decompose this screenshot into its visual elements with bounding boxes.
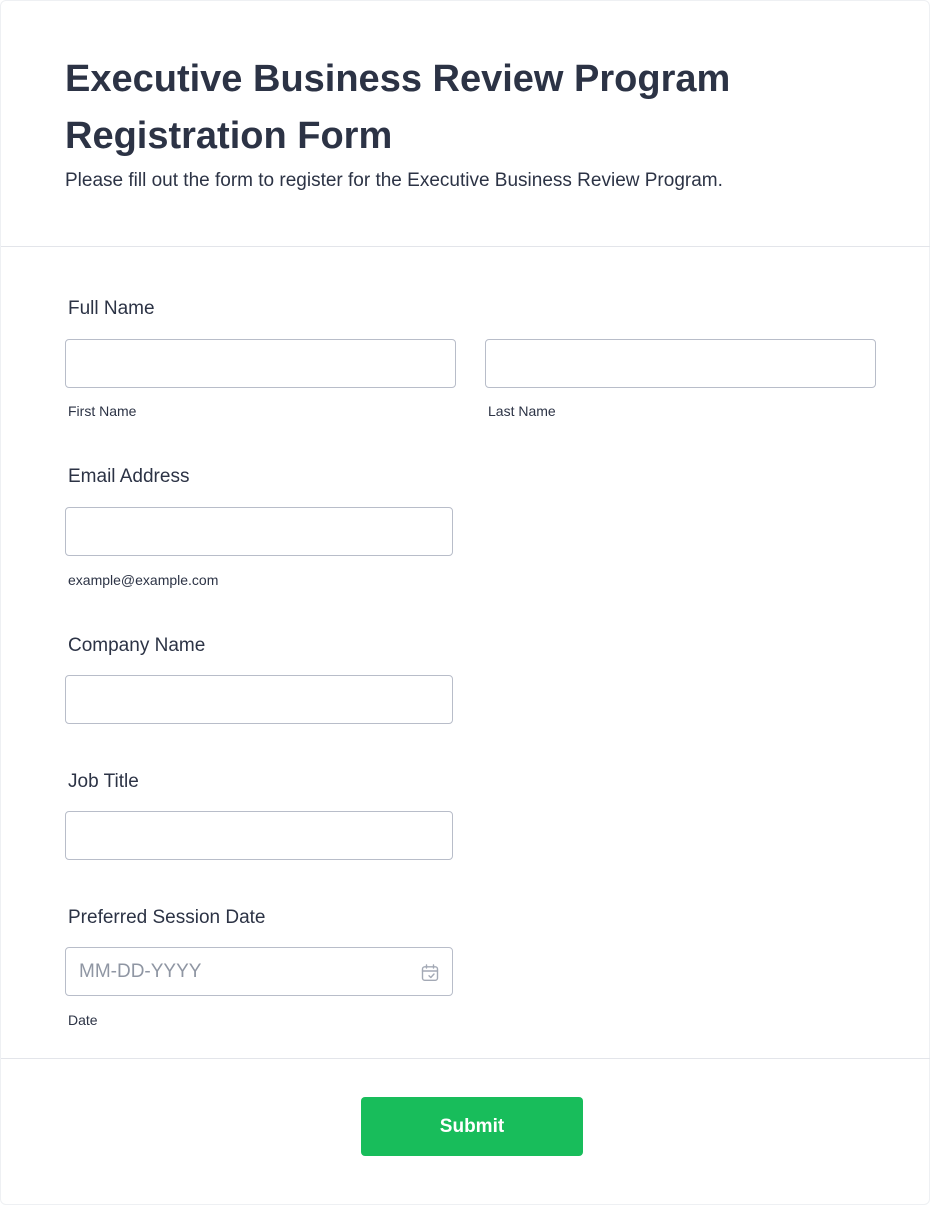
company-name-input[interactable] [65, 675, 453, 724]
full-name-label: Full Name [68, 298, 155, 319]
session-date-label: Preferred Session Date [68, 907, 266, 928]
job-title-input[interactable] [65, 811, 453, 860]
form-title: Executive Business Review Program Regist… [65, 58, 731, 157]
email-label: Email Address [68, 466, 190, 487]
submit-button[interactable]: Submit [361, 1097, 583, 1156]
job-title-label: Job Title [68, 771, 139, 792]
form-header: Executive Business Review Program Regist… [1, 1, 930, 247]
form-subtitle: Please fill out the form to register for… [65, 170, 723, 191]
email-input[interactable] [65, 507, 453, 556]
first-name-input[interactable] [65, 339, 456, 388]
last-name-sublabel: Last Name [488, 403, 556, 419]
footer-divider [1, 1058, 930, 1059]
company-name-label: Company Name [68, 635, 206, 656]
last-name-input[interactable] [485, 339, 876, 388]
first-name-sublabel: First Name [68, 403, 137, 419]
calendar-icon[interactable] [420, 963, 440, 983]
email-sublabel: example@example.com [68, 572, 219, 588]
form-card: Executive Business Review Program Regist… [0, 0, 930, 1205]
session-date-sublabel: Date [68, 1012, 98, 1028]
session-date-input[interactable] [65, 947, 453, 996]
